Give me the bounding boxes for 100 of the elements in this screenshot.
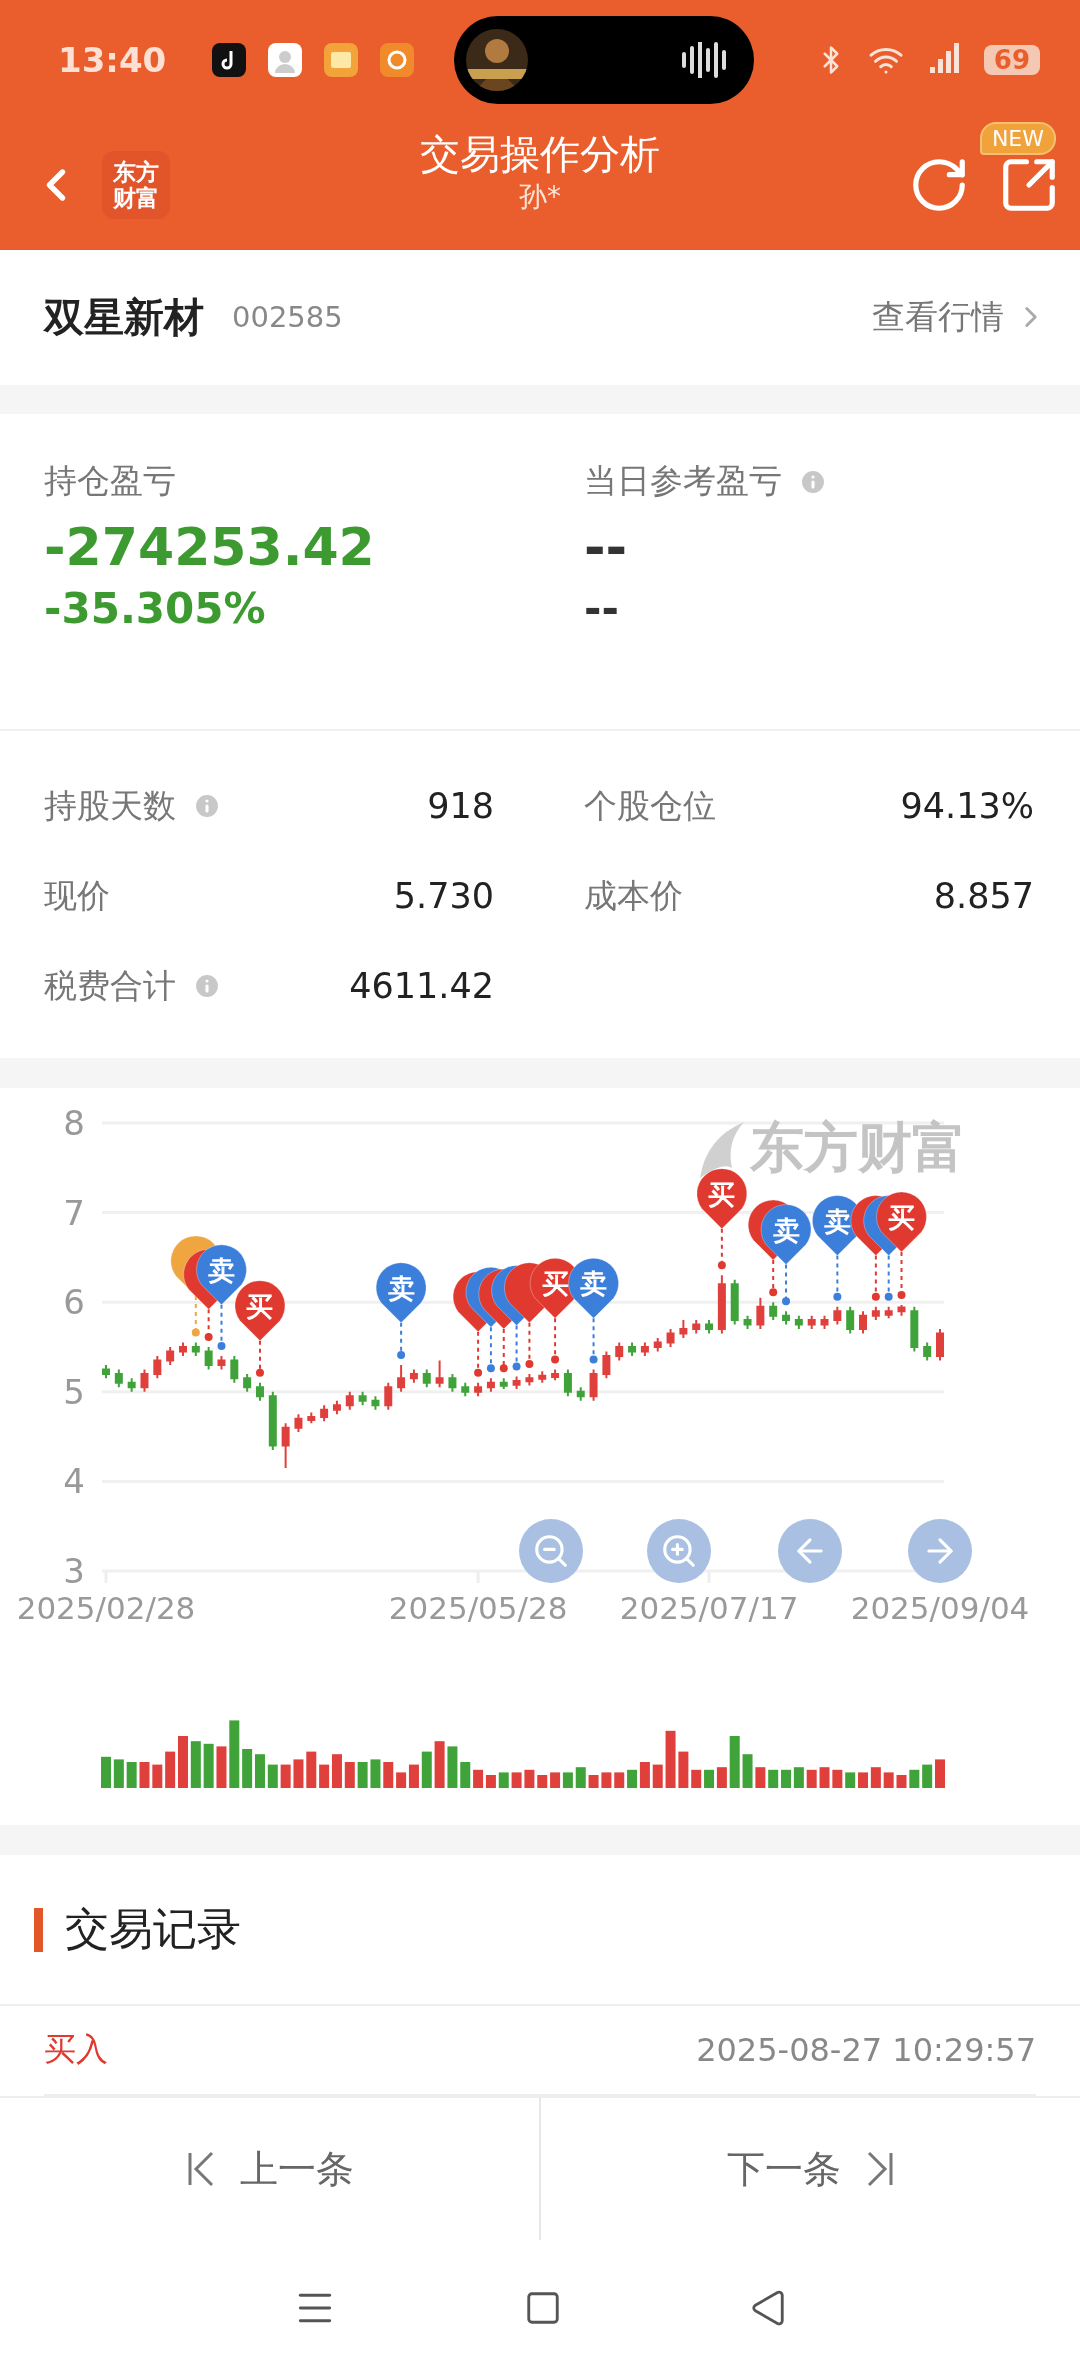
candle	[114, 1368, 123, 1388]
candle	[268, 1390, 277, 1451]
candle	[679, 1318, 688, 1339]
axis-label: 2025/02/28	[16, 1589, 196, 1626]
stat-label: 个股仓位	[584, 784, 716, 827]
axis-label: 3	[63, 1550, 85, 1591]
candle	[230, 1354, 239, 1384]
stat-label: 持股天数	[44, 784, 176, 827]
candle	[923, 1341, 932, 1362]
trade-record-row[interactable]: 买入 2025-08-27 10:29:57	[44, 2006, 1036, 2097]
app-icon	[380, 43, 415, 77]
candle	[371, 1394, 380, 1411]
candle	[281, 1421, 290, 1469]
axis-label: 7	[63, 1192, 85, 1233]
accent-bar	[34, 1907, 43, 1952]
candle	[499, 1377, 508, 1390]
candle	[153, 1354, 162, 1380]
candle	[102, 1363, 110, 1380]
candle	[320, 1403, 329, 1423]
candle	[448, 1372, 457, 1393]
battery-level: 69	[983, 45, 1040, 75]
candle	[179, 1341, 187, 1357]
candle	[653, 1336, 662, 1353]
axis-label: 2025/05/28	[388, 1589, 568, 1626]
metric-value: --	[584, 583, 620, 636]
stat-label: 成本价	[584, 874, 683, 917]
candle	[384, 1381, 393, 1411]
page-title: 交易操作分析	[420, 130, 660, 179]
candle	[166, 1345, 175, 1366]
metric-value: -274253.42	[44, 516, 376, 580]
candle	[461, 1381, 470, 1397]
candle	[782, 1309, 791, 1326]
axis-label: 2025/07/17	[619, 1589, 799, 1626]
candle	[140, 1368, 149, 1393]
trade-time: 2025-08-27 10:29:57	[696, 2031, 1036, 2070]
candle	[525, 1372, 534, 1387]
candle	[576, 1386, 585, 1402]
axis-label: 8	[63, 1102, 85, 1143]
status-time: 13:40	[58, 40, 167, 80]
candle	[486, 1377, 495, 1393]
metric-label: 当日参考盈亏	[584, 460, 782, 503]
candle	[435, 1359, 444, 1388]
candle	[204, 1345, 213, 1371]
candle	[807, 1314, 816, 1330]
candle	[127, 1377, 136, 1393]
stock-name: 双星新材	[44, 292, 204, 342]
candle	[640, 1341, 649, 1357]
candle	[422, 1368, 431, 1388]
axis-label: 6	[63, 1281, 85, 1322]
candle	[936, 1327, 944, 1362]
stat-value: 918	[427, 786, 494, 827]
avatar-icon	[268, 43, 303, 77]
candle	[512, 1375, 521, 1390]
candle	[358, 1390, 367, 1406]
candle	[538, 1369, 547, 1384]
candle	[692, 1318, 701, 1335]
candle	[884, 1305, 893, 1319]
candle	[910, 1305, 919, 1353]
candle	[846, 1305, 855, 1335]
candle	[307, 1411, 316, 1424]
axis-label: 5	[63, 1371, 85, 1412]
account-name: 孙*	[519, 180, 561, 214]
candle	[294, 1412, 303, 1433]
stat-value: 5.730	[393, 876, 494, 917]
candle	[563, 1368, 572, 1397]
candle	[871, 1305, 880, 1321]
candle	[666, 1327, 675, 1348]
app-icon	[212, 43, 247, 77]
candle	[756, 1296, 765, 1330]
candle	[474, 1381, 483, 1397]
candle	[833, 1305, 842, 1326]
candle	[255, 1381, 264, 1402]
axis-label: 4	[63, 1461, 85, 1502]
candle	[409, 1368, 418, 1384]
metric-value: -35.305%	[44, 583, 267, 636]
section-title: 交易记录	[65, 1902, 241, 1957]
view-quotes-link[interactable]: 查看行情	[872, 294, 1048, 340]
candle	[191, 1341, 200, 1357]
candle	[897, 1303, 906, 1317]
trade-action: 买入	[44, 2029, 108, 2071]
candle	[628, 1341, 637, 1357]
candle	[820, 1314, 829, 1330]
candle	[769, 1300, 778, 1321]
candle	[602, 1350, 611, 1380]
candle	[332, 1399, 341, 1415]
stat-value: 4611.42	[349, 966, 494, 1007]
candle	[794, 1314, 803, 1330]
candle	[859, 1309, 867, 1335]
metric-label: 持仓盈亏	[44, 460, 176, 503]
candle	[397, 1363, 406, 1393]
candle	[705, 1318, 714, 1335]
axis-label: 2025/09/04	[850, 1589, 1030, 1626]
candle	[551, 1368, 560, 1381]
candle	[615, 1341, 624, 1362]
stat-value: 94.13%	[900, 786, 1034, 827]
candle	[345, 1390, 354, 1411]
stat-label: 现价	[44, 874, 110, 917]
candle	[243, 1372, 252, 1393]
app-logo: 东方 财富	[102, 150, 170, 219]
stat-label: 税费合计	[44, 964, 176, 1007]
